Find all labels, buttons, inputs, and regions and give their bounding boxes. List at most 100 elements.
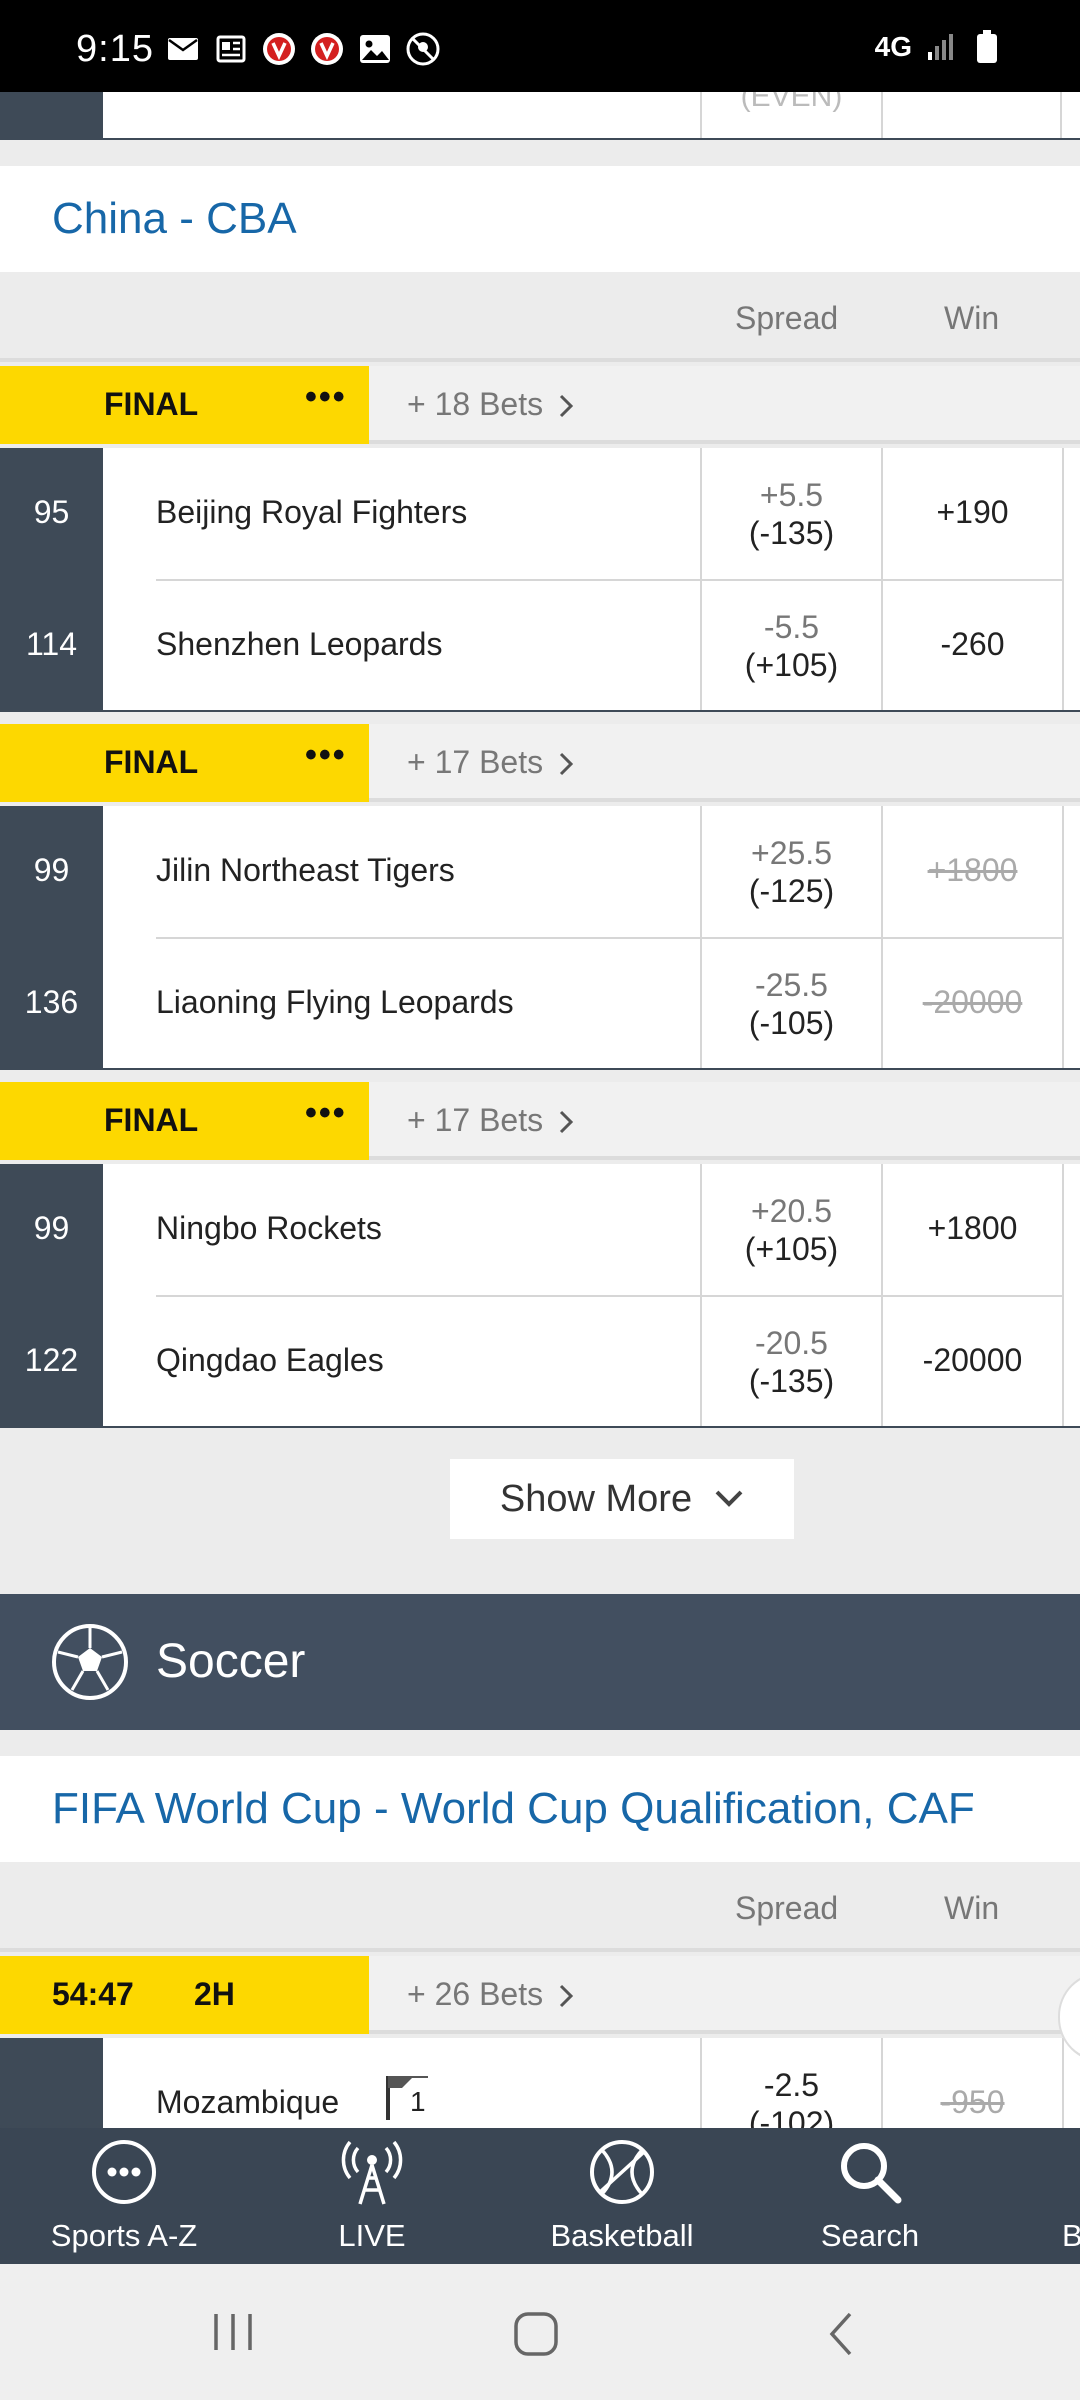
- game-period: 2H: [194, 1976, 235, 2012]
- status-time: 9:15: [76, 28, 154, 70]
- home-win-suspended: +1800: [927, 852, 1018, 888]
- gallery-icon: [358, 32, 392, 66]
- game-clock: 54:47: [52, 1976, 134, 2012]
- nav-item-partial[interactable]: B: [1018, 2128, 1080, 2264]
- back-icon[interactable]: [824, 2310, 858, 2358]
- home-spread-button[interactable]: -2.5 (-102): [702, 2066, 881, 2128]
- sport-title: Soccer: [156, 1635, 306, 1688]
- away-score: 114: [25, 626, 77, 662]
- nav-label: B: [1062, 2218, 1080, 2253]
- news-icon: [214, 32, 248, 66]
- live-game-status-bar[interactable]: 54:47 2H + 26 Bets: [0, 1956, 1080, 2034]
- partial-game-row: (EVEN): [0, 92, 1080, 140]
- live-game-card: Mozambique 1 -2.5 (-102) -950: [0, 2038, 1080, 2128]
- game-status: FINAL: [104, 386, 199, 422]
- win-header: Win: [944, 300, 1000, 336]
- battery-icon: [970, 30, 1004, 64]
- away-win-suspended: -20000: [922, 984, 1023, 1020]
- score-column: [0, 448, 103, 710]
- score-column: [0, 2038, 103, 2128]
- away-spread-button[interactable]: -20.5 (-135): [702, 1324, 881, 1400]
- status-bar: 9:15 4G: [0, 0, 1080, 92]
- more-bets-link[interactable]: + 26 Bets: [407, 1976, 574, 2013]
- win-cell[interactable]: [881, 92, 1062, 138]
- home-score: 99: [33, 1210, 70, 1246]
- game-status: FINAL: [104, 744, 199, 780]
- no-location-icon: [406, 32, 440, 66]
- away-team: Liaoning Flying Leopards: [156, 984, 514, 1020]
- chevron-right-icon: [559, 752, 574, 776]
- win-header: Win: [944, 1890, 1000, 1926]
- more-bets-link[interactable]: + 17 Bets: [407, 744, 574, 781]
- chevron-right-icon: [559, 394, 574, 418]
- soccer-ball-icon: [52, 1624, 128, 1700]
- spread-header: Spread: [735, 300, 839, 336]
- score-column: [0, 92, 103, 138]
- nav-basketball[interactable]: Basketball: [522, 2128, 722, 2264]
- league-title[interactable]: China - CBA: [0, 166, 1080, 272]
- home-win-suspended: -950: [940, 2084, 1005, 2120]
- home-score: 95: [33, 494, 70, 530]
- show-more-button[interactable]: Show More: [450, 1459, 794, 1539]
- app-v-icon: [262, 32, 296, 66]
- more-bets-link[interactable]: + 17 Bets: [407, 1102, 574, 1139]
- game-status-bar[interactable]: FINAL ••• + 17 Bets: [0, 724, 1080, 802]
- away-score: 122: [24, 1342, 79, 1378]
- home-team: Beijing Royal Fighters: [156, 494, 468, 530]
- home-score: 99: [33, 852, 70, 888]
- score-column: [0, 806, 103, 1068]
- nav-search[interactable]: Search: [770, 2128, 970, 2264]
- sport-header-soccer[interactable]: Soccer: [0, 1594, 1080, 1730]
- home-spread-button[interactable]: +20.5 (+105): [702, 1192, 881, 1268]
- basketball-icon: [590, 2140, 654, 2204]
- chevron-right-icon: [559, 1984, 574, 2008]
- flag-count: 1: [410, 2086, 426, 2117]
- spread-cell[interactable]: (EVEN): [700, 92, 881, 138]
- nav-label: Search: [820, 2218, 920, 2253]
- game-card: 95 114 Beijing Royal Fighters Shenzhen L…: [0, 448, 1080, 712]
- column-headers: Spread Win: [0, 1862, 1080, 1952]
- game-card: 99 136 Jilin Northeast Tigers Liaoning F…: [0, 806, 1080, 1070]
- more-options-icon[interactable]: •••: [305, 1094, 347, 1133]
- chevron-down-icon: [715, 1490, 743, 1507]
- more-dots-icon: [92, 2140, 156, 2204]
- game-status-bar[interactable]: FINAL ••• + 17 Bets: [0, 1082, 1080, 1160]
- system-status: 4G: [875, 30, 1004, 64]
- system-navigation-bar: [0, 2264, 1080, 2400]
- home-team: Ningbo Rockets: [156, 1210, 382, 1246]
- nav-live[interactable]: LIVE: [272, 2128, 472, 2264]
- network-type: 4G: [874, 31, 912, 62]
- away-win-button[interactable]: -20000: [883, 1342, 1062, 1379]
- nav-sports-a-z[interactable]: Sports A-Z: [24, 2128, 224, 2264]
- chevron-right-icon: [559, 1110, 574, 1134]
- nav-label: Sports A-Z: [50, 2218, 198, 2253]
- more-bets-link[interactable]: + 18 Bets: [407, 386, 574, 423]
- game-status-bar[interactable]: FINAL ••• + 18 Bets: [0, 366, 1080, 444]
- away-win-button[interactable]: -260: [883, 626, 1062, 663]
- away-team: Qingdao Eagles: [156, 1342, 384, 1378]
- home-icon[interactable]: [512, 2310, 560, 2358]
- notification-icons: [166, 32, 440, 66]
- more-options-icon[interactable]: •••: [305, 736, 347, 775]
- game-card: 99 122 Ningbo Rockets Qingdao Eagles +20…: [0, 1164, 1080, 1428]
- nav-label: LIVE: [338, 2218, 406, 2253]
- more-options-icon[interactable]: •••: [305, 378, 347, 417]
- recent-apps-icon[interactable]: [210, 2310, 256, 2354]
- broadcast-tower-icon: [341, 2140, 403, 2205]
- home-spread-button[interactable]: +25.5 (-125): [702, 834, 881, 910]
- app-v-icon: [310, 32, 344, 66]
- signal-icon: [924, 30, 958, 64]
- search-icon: [841, 2143, 902, 2204]
- away-score: 136: [24, 984, 79, 1020]
- scroll-content[interactable]: (EVEN) China - CBA Spread Win FINAL ••• …: [0, 92, 1080, 2128]
- spread-header: Spread: [735, 1890, 839, 1926]
- home-win-button[interactable]: +190: [883, 494, 1062, 531]
- game-status: FINAL: [104, 1102, 199, 1138]
- away-spread-button[interactable]: -25.5 (-105): [702, 966, 881, 1042]
- home-win-button[interactable]: +1800: [883, 1210, 1062, 1247]
- away-team: Shenzhen Leopards: [156, 626, 443, 662]
- bottom-nav: Sports A-Z LIVE Basketball Search B: [0, 2128, 1080, 2264]
- league-title[interactable]: FIFA World Cup - World Cup Qualification…: [0, 1756, 1080, 1862]
- away-spread-button[interactable]: -5.5 (+105): [702, 608, 881, 684]
- home-spread-button[interactable]: +5.5 (-135): [702, 476, 881, 552]
